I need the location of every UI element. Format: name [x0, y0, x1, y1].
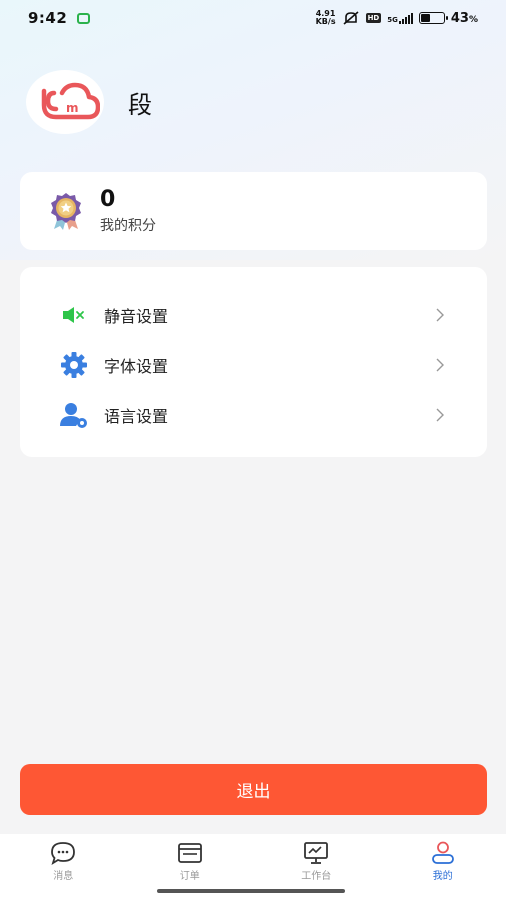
- order-card-icon: [177, 843, 202, 863]
- tab-messages[interactable]: 消息: [0, 834, 127, 900]
- battery-percent: 43%: [450, 10, 478, 26]
- tab-label: 工作台: [301, 871, 332, 882]
- net-speed: 4.91 KB/s: [315, 9, 336, 26]
- speaker-mute-icon: [58, 299, 90, 331]
- ucm-cloud-logo-icon: m: [41, 82, 100, 120]
- home-indicator[interactable]: [157, 889, 345, 893]
- setting-item-font[interactable]: 字体设置: [20, 340, 487, 390]
- tab-label: 消息: [53, 871, 74, 882]
- chevron-right-icon: [436, 408, 444, 422]
- app-notification-icon: [77, 12, 91, 24]
- status-time: 9:42: [28, 9, 68, 27]
- profile-header: m 段: [26, 70, 152, 134]
- person-icon: [431, 841, 454, 864]
- status-indicators: 4.91 KB/s HD 5G 43%: [316, 10, 478, 26]
- signal-icon: 5G: [387, 12, 413, 24]
- gear-icon: [58, 349, 90, 381]
- setting-item-mute[interactable]: 静音设置: [20, 290, 487, 340]
- chevron-right-icon: [436, 308, 444, 322]
- chat-bubble-icon: [51, 842, 76, 865]
- svg-text:m: m: [66, 101, 79, 115]
- setting-label: 语言设置: [104, 407, 169, 426]
- tab-label: 我的: [432, 871, 453, 882]
- setting-label: 字体设置: [104, 357, 169, 376]
- status-bar: 9:42 4.91 KB/s HD 5G 43%: [0, 0, 506, 36]
- monitor-chart-icon: [304, 842, 329, 864]
- points-value: 0: [100, 187, 116, 212]
- tab-label: 订单: [179, 871, 200, 882]
- avatar[interactable]: m: [26, 70, 104, 134]
- user-settings-icon: [58, 399, 90, 431]
- setting-label: 静音设置: [104, 307, 169, 326]
- medal-icon: [51, 193, 81, 230]
- settings-card: 静音设置 字体设置 语言设置: [20, 267, 487, 457]
- setting-item-language[interactable]: 语言设置: [20, 390, 487, 440]
- points-card[interactable]: 0 我的积分: [20, 172, 487, 250]
- battery-icon: [418, 12, 448, 24]
- points-label: 我的积分: [100, 218, 156, 234]
- logout-button[interactable]: 退出: [20, 764, 487, 815]
- username: 段: [128, 90, 152, 119]
- hd-badge: HD: [365, 13, 382, 23]
- mute-bell-icon: [343, 11, 359, 25]
- points-info: 0 我的积分: [100, 187, 156, 235]
- chevron-right-icon: [436, 358, 444, 372]
- tab-mine[interactable]: 我的: [380, 834, 506, 900]
